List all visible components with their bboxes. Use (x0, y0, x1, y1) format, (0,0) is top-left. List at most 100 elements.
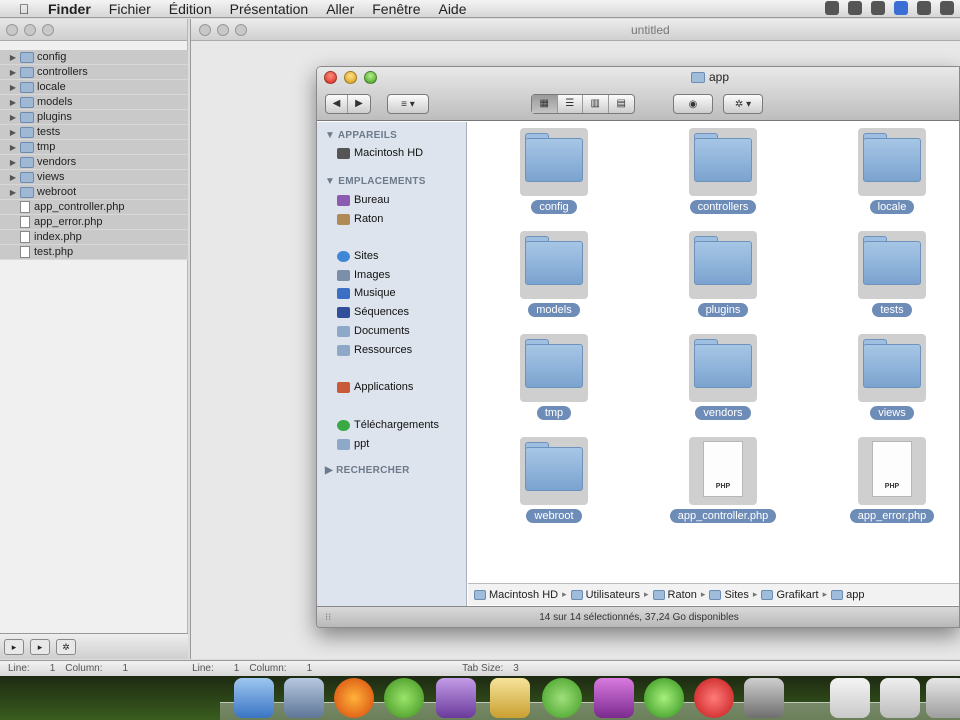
arrange-button[interactable]: ≡ ▾ (387, 94, 429, 114)
tree-item-app-error-php[interactable]: app_error.php (0, 215, 188, 230)
drawer-close-icon[interactable] (6, 23, 18, 36)
tree-item-plugins[interactable]: ▶ plugins (0, 110, 188, 125)
sidebar-header-places[interactable]: ▼ EMPLACEMENTS (325, 176, 426, 187)
sidebar-item-ppt[interactable]: ppt (337, 438, 369, 450)
finder-minimize-icon[interactable] (344, 71, 357, 84)
mail-dock-icon[interactable] (284, 678, 324, 718)
sidebar-item-sequences[interactable]: Séquences (337, 306, 409, 318)
coverflow-view-button[interactable]: ▤ (609, 95, 634, 113)
finder-item-controllers[interactable]: controllers (653, 125, 793, 225)
icon-view-button[interactable]: ▦ (532, 95, 558, 113)
camera-status-icon[interactable] (825, 1, 839, 15)
tree-item-controllers[interactable]: ▶ controllers (0, 65, 188, 80)
drawer-minimize-icon[interactable] (24, 23, 36, 36)
sidebar-header-search[interactable]: ▶ RECHERCHER (325, 465, 410, 476)
apple-menu-icon[interactable]:  (14, 1, 34, 17)
tree-item-locale[interactable]: ▶ locale (0, 80, 188, 95)
tab-size-label[interactable]: Tab Size: (462, 663, 503, 674)
finder-item-locale[interactable]: locale (822, 125, 959, 225)
disclosure-triangle-icon[interactable]: ▶ (6, 113, 20, 122)
finder-item-vendors[interactable]: vendors (653, 331, 793, 431)
sidebar-item-raton[interactable]: Raton (337, 213, 383, 225)
screenflow-dock-icon[interactable] (744, 678, 784, 718)
finder-item-models[interactable]: models (484, 228, 624, 328)
finder-zoom-icon[interactable] (364, 71, 377, 84)
finder-close-icon[interactable] (324, 71, 337, 84)
time-machine-status-icon[interactable] (848, 1, 862, 15)
menu-aide[interactable]: Aide (438, 1, 466, 17)
disclosure-triangle-icon[interactable]: ▶ (6, 143, 20, 152)
editor-close-icon[interactable] (199, 24, 211, 36)
tree-item-index-php[interactable]: index.php (0, 230, 188, 245)
tree-item-webroot[interactable]: ▶ webroot (0, 185, 188, 200)
finder-item-app-error-php[interactable]: PHP app_error.php (822, 434, 959, 534)
sidebar-item-applications[interactable]: Applications (337, 381, 413, 393)
column-view-button[interactable]: ▥ (583, 95, 609, 113)
finder-item-tests[interactable]: tests (822, 228, 959, 328)
new-file-button[interactable]: ▸ (4, 638, 24, 655)
photo-dock-icon[interactable] (436, 678, 476, 718)
disclosure-triangle-icon[interactable]: ▶ (6, 188, 20, 197)
bluetooth-status-icon[interactable] (871, 1, 885, 15)
disclosure-triangle-icon[interactable]: ▶ (6, 173, 20, 182)
tree-item-tests[interactable]: ▶ tests (0, 125, 188, 140)
tree-item-app-controller-php[interactable]: app_controller.php (0, 200, 188, 215)
sidebar-header-devices[interactable]: ▼ APPAREILS (325, 130, 397, 141)
editor-minimize-icon[interactable] (217, 24, 229, 36)
path-item-raton[interactable]: Raton (652, 589, 697, 601)
transmit-dock-icon[interactable] (490, 678, 530, 718)
back-button[interactable]: ◀ (326, 95, 348, 113)
sidebar-item-musique[interactable]: Musique (337, 287, 396, 299)
disclosure-triangle-icon[interactable]: ▶ (6, 98, 20, 107)
disclosure-triangle-icon[interactable]: ▶ (6, 158, 20, 167)
document-dock-icon[interactable] (830, 678, 870, 718)
cyberduck-dock-icon[interactable] (542, 678, 582, 718)
list-view-button[interactable]: ☰ (558, 95, 583, 113)
path-item-utilisateurs[interactable]: Utilisateurs (570, 589, 640, 601)
path-item-sites[interactable]: Sites (709, 589, 749, 601)
finder-item-config[interactable]: config (484, 125, 624, 225)
finder-dock-icon[interactable] (234, 678, 274, 718)
resize-handle-icon[interactable]: ⁝⁝ (325, 607, 331, 627)
menu-fichier[interactable]: Fichier (109, 1, 151, 17)
battery-status-icon[interactable] (940, 1, 954, 15)
tree-item-test-php[interactable]: test.php (0, 245, 188, 260)
textmate-dock-icon[interactable] (594, 678, 634, 718)
sidebar-item-documents[interactable]: Documents (337, 325, 410, 337)
menu-finder[interactable]: Finder (48, 1, 91, 17)
sidebar-item-macintosh-hd[interactable]: Macintosh HD (337, 147, 423, 159)
tree-item-views[interactable]: ▶ views (0, 170, 188, 185)
sidebar-item-sites[interactable]: Sites (337, 250, 378, 262)
wifi-status-icon[interactable] (917, 1, 931, 15)
disclosure-triangle-icon[interactable]: ▶ (6, 53, 20, 62)
adium-dock-icon[interactable] (384, 678, 424, 718)
path-item-grafikart[interactable]: Grafikart (761, 589, 819, 601)
forward-button[interactable]: ▶ (348, 95, 370, 113)
drawer-zoom-icon[interactable] (42, 23, 54, 36)
lastfm-dock-icon[interactable] (694, 678, 734, 718)
finder-item-app-controller-php[interactable]: PHP app_controller.php (653, 434, 793, 534)
disclosure-triangle-icon[interactable]: ▶ (6, 128, 20, 137)
dropbox-status-icon[interactable] (894, 1, 908, 15)
sidebar-item-bureau[interactable]: Bureau (337, 194, 389, 206)
path-item-macintosh-hd[interactable]: Macintosh HD (474, 589, 558, 601)
gear-menu-button[interactable]: ✲ (56, 638, 76, 655)
finder-item-tmp[interactable]: tmp (484, 331, 624, 431)
finder-item-views[interactable]: views (822, 331, 959, 431)
new-folder-button[interactable]: ▸ (30, 638, 50, 655)
sidebar-item-telechargements[interactable]: Téléchargements (337, 419, 439, 431)
spotify-dock-icon[interactable] (644, 678, 684, 718)
disclosure-triangle-icon[interactable]: ▶ (6, 68, 20, 77)
disclosure-triangle-icon[interactable]: ▶ (6, 83, 20, 92)
path-item-app[interactable]: app (831, 589, 865, 601)
tree-item-config[interactable]: ▶ config (0, 50, 188, 65)
tree-item-vendors[interactable]: ▶ vendors (0, 155, 188, 170)
finder-item-webroot[interactable]: webroot (484, 434, 624, 534)
sidebar-item-images[interactable]: Images (337, 269, 390, 281)
menu-fenetre[interactable]: Fenêtre (372, 1, 420, 17)
editor-zoom-icon[interactable] (235, 24, 247, 36)
tree-item-tmp[interactable]: ▶ tmp (0, 140, 188, 155)
menu-presentation[interactable]: Présentation (230, 1, 309, 17)
trash-dock-icon[interactable] (926, 678, 960, 718)
tab-size-value[interactable]: 3 (513, 663, 519, 674)
